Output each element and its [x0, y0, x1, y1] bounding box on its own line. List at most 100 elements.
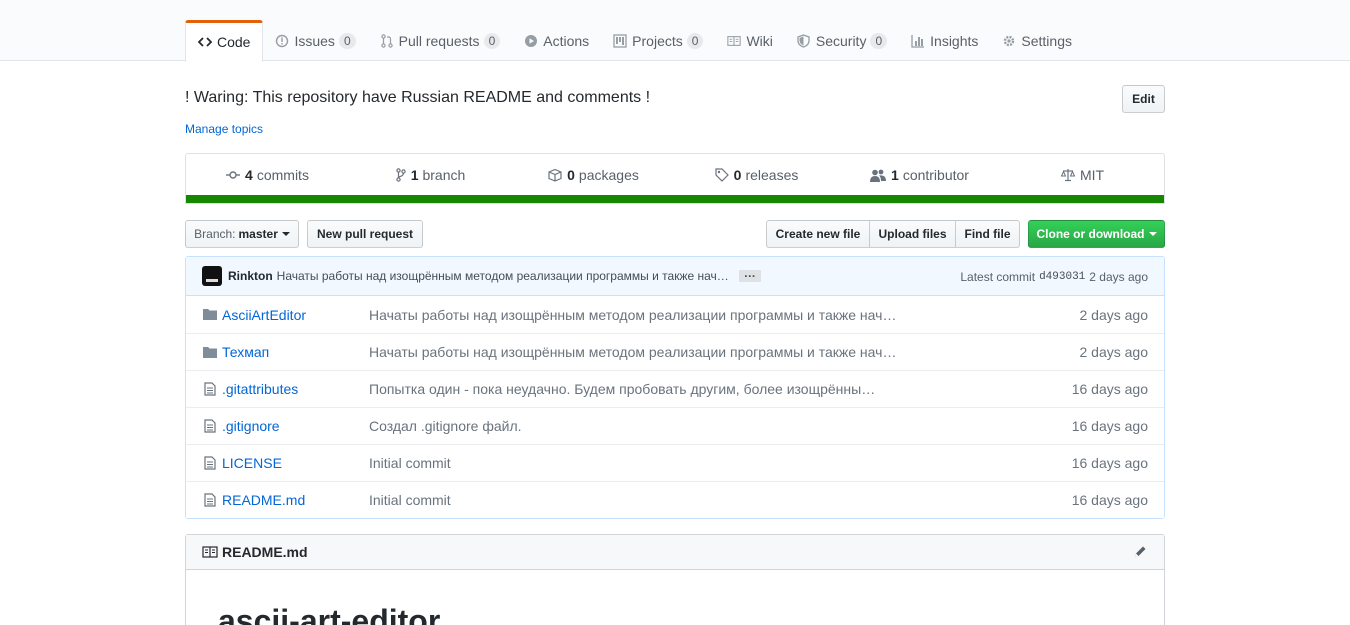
new-pull-request-button[interactable]: New pull request [307, 220, 423, 248]
releases-link[interactable]: 0 releases [675, 154, 838, 196]
commit-sha-link[interactable]: d493031 [1039, 271, 1085, 283]
file-age: 2 days ago [1079, 344, 1149, 360]
tab-actions[interactable]: Actions [512, 20, 601, 61]
file-row: AsciiArtEditor Начаты работы над изощрённ… [186, 296, 1164, 333]
file-commit-message[interactable]: Попытка один - пока неудачно. Будем проб… [369, 381, 875, 397]
branch-select-button[interactable]: Branch: master [185, 220, 299, 248]
branches-link[interactable]: 1 branch [349, 154, 512, 196]
commits-count: 4 [245, 167, 253, 183]
file-name-link[interactable]: .gitattributes [222, 381, 298, 397]
file-row: LICENSE Initial commit 16 days ago [186, 444, 1164, 481]
file-row: README.md Initial commit 16 days ago [186, 481, 1164, 518]
contributors-link[interactable]: 1 contributor [838, 154, 1001, 196]
branches-count: 1 [410, 167, 419, 183]
edit-description-button[interactable]: Edit [1122, 85, 1165, 113]
tab-wiki[interactable]: Wiki [715, 20, 784, 61]
file-commit-message[interactable]: Initial commit [369, 492, 451, 508]
repo-tabs: Code Issues 0 Pull requests 0 Actions Pr… [185, 20, 1084, 62]
pull-requests-counter: 0 [483, 32, 501, 49]
tab-insights[interactable]: Insights [899, 20, 990, 61]
file-name-link[interactable]: Техмап [222, 344, 269, 360]
clone-or-download-button[interactable]: Clone or download [1028, 220, 1165, 248]
commit-message[interactable]: Начаты работы над изощрённым методом реа… [277, 269, 729, 283]
branch-icon [395, 168, 406, 182]
numbers-summary: 4 commits 1 branch 0 packages 0 releases [185, 153, 1165, 204]
tab-projects[interactable]: Projects 0 [601, 20, 715, 61]
upload-files-button[interactable]: Upload files [869, 220, 956, 248]
folder-icon [202, 344, 218, 360]
manage-topics-link[interactable]: Manage topics [185, 122, 263, 136]
file-name-link[interactable]: .gitignore [222, 418, 280, 434]
branches-label: branch [422, 167, 466, 183]
tab-code[interactable]: Code [185, 20, 264, 62]
tab-issues[interactable]: Issues 0 [263, 20, 367, 61]
issues-counter: 0 [338, 32, 356, 49]
commits-label: commits [256, 167, 309, 183]
book-icon [727, 34, 742, 48]
file-age: 2 days ago [1079, 306, 1149, 323]
license-link[interactable]: MIT [1001, 154, 1164, 196]
graph-icon [911, 34, 925, 48]
latest-commit-bar: Rinkton Начаты работы над изощрённым мет… [186, 257, 1164, 296]
packages-count: 0 [567, 167, 575, 183]
file-name-link[interactable]: AsciiArtEditor [222, 307, 306, 323]
file-age: 16 days ago [1071, 455, 1148, 471]
shield-icon [797, 33, 811, 48]
book-icon [202, 546, 218, 558]
license-label: MIT [1079, 167, 1105, 183]
security-counter: 0 [870, 32, 888, 49]
commits-link[interactable]: 4 commits [186, 154, 349, 196]
project-icon [613, 33, 627, 48]
tab-label: Insights [930, 32, 979, 49]
packages-link[interactable]: 0 packages [512, 154, 675, 196]
commit-age: 2 days ago [1089, 269, 1148, 284]
tab-label: Code [217, 34, 251, 50]
file-commit-message[interactable]: Начаты работы над изощрённым методом реа… [369, 344, 896, 360]
readme-box: README.md ascii-art-editor [185, 534, 1165, 625]
file-name-link[interactable]: README.md [222, 492, 305, 508]
repo-nav: Code Issues 0 Pull requests 0 Actions Pr… [0, 0, 1350, 62]
create-new-file-button[interactable]: Create new file [766, 220, 870, 248]
file-name-link[interactable]: LICENSE [222, 455, 282, 471]
file-commit-message[interactable]: Создал .gitignore файл. [369, 418, 522, 434]
commit-icon [226, 170, 241, 180]
tab-label: Settings [1021, 32, 1072, 49]
tab-label: Issues [294, 32, 335, 49]
file-row: Техмап Начаты работы над изощрённым метод… [186, 333, 1164, 370]
files-table: AsciiArtEditor Начаты работы над изощрённ… [186, 296, 1164, 518]
tab-label: Pull requests [398, 32, 480, 49]
tab-pull-requests[interactable]: Pull requests 0 [368, 20, 513, 61]
pencil-icon[interactable] [1132, 544, 1148, 560]
tag-icon [715, 168, 729, 182]
find-file-button[interactable]: Find file [955, 220, 1020, 248]
readme-filename: README.md [222, 544, 308, 560]
file-age: 16 days ago [1071, 418, 1148, 434]
commit-author[interactable]: Rinkton [228, 269, 273, 283]
file-icon [202, 381, 218, 397]
tab-label: Actions [543, 32, 590, 49]
readme-heading: ascii-art-editor [218, 603, 441, 625]
file-commit-message[interactable]: Начаты работы над изощрённым методом реа… [369, 307, 896, 323]
latest-commit-prefix: Latest commit [960, 269, 1036, 284]
file-icon [202, 492, 218, 508]
latest-commit-info: Latest commit d493031 2 days ago [960, 257, 1148, 296]
file-icon [202, 418, 218, 434]
code-icon [198, 35, 212, 49]
tab-security[interactable]: Security 0 [785, 20, 899, 61]
file-list-box: Rinkton Начаты работы над изощрённым мет… [185, 256, 1165, 519]
gear-icon [1002, 34, 1016, 48]
repo-description: ! Waring: This repository have Russian R… [185, 89, 651, 106]
file-commit-message[interactable]: Initial commit [369, 455, 451, 471]
avatar[interactable] [202, 266, 222, 286]
dropdown-caret-icon [1148, 232, 1157, 236]
law-icon [1060, 168, 1075, 182]
clone-label: Clone or download [1036, 227, 1145, 241]
readme-header: README.md [186, 535, 1164, 570]
tab-settings[interactable]: Settings [990, 20, 1084, 61]
projects-counter: 0 [686, 32, 704, 49]
packages-label: packages [578, 167, 639, 183]
expand-commit-message-button[interactable]: … [738, 267, 761, 282]
language-bar[interactable] [186, 195, 1164, 203]
people-icon [870, 169, 887, 182]
file-row: .gitignore Создал .gitignore файл. 16 days… [186, 407, 1164, 444]
